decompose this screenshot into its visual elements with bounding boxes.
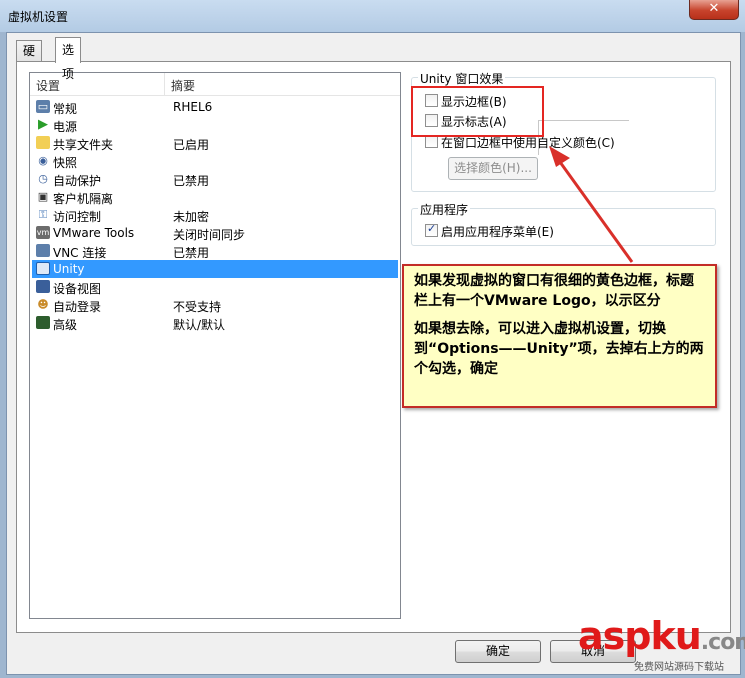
settings-list[interactable]: 设置 摘要 ▭ 常规 RHEL6 ▶ 电源 共享文件夹 已启用 ◉ 快照 ◷ 自… [29, 72, 401, 619]
column-divider[interactable] [164, 73, 165, 95]
item-name: 高级 [53, 318, 78, 332]
tab-options[interactable]: 选项 [55, 37, 82, 81]
list-item-access-control[interactable]: ⚿ 访问控制 未加密 [32, 206, 398, 224]
item-name: 常规 [53, 102, 78, 116]
list-item-device-view[interactable]: 设备视图 [32, 278, 398, 296]
vnc-icon [36, 244, 50, 257]
title-bar: 虚拟机设置 ✕ [0, 0, 745, 32]
close-button[interactable]: ✕ [689, 0, 739, 20]
list-header: 设置 摘要 [30, 73, 400, 96]
item-name: 客户机隔离 [53, 192, 114, 206]
color-swatch [538, 120, 629, 155]
list-item-general[interactable]: ▭ 常规 RHEL6 [32, 98, 398, 116]
monitor-icon: ▭ [36, 100, 50, 113]
item-summary: 不受支持 [173, 300, 222, 314]
access-icon: ⚿ [38, 208, 48, 221]
enable-app-menu-label[interactable]: 启用应用程序菜单(E) [441, 223, 554, 240]
item-summary: 关闭时间同步 [173, 228, 246, 242]
folder-shield-icon [36, 136, 50, 149]
enable-app-menu-box[interactable] [425, 222, 438, 237]
applications-group-title: 应用程序 [418, 201, 471, 218]
item-name: VNC 连接 [53, 246, 107, 260]
item-summary: 已禁用 [173, 174, 210, 188]
item-name: 自动保护 [53, 174, 102, 188]
item-name: 电源 [53, 120, 78, 134]
item-summary: 已启用 [173, 138, 210, 152]
watermark-tagline: 免费网站源码下载站 [634, 662, 724, 673]
column-summary[interactable]: 摘要 [171, 77, 195, 94]
users-icon: ☻ [37, 298, 49, 311]
column-setting[interactable]: 设置 [36, 77, 60, 94]
list-item-power[interactable]: ▶ 电源 [32, 116, 398, 134]
item-summary: 未加密 [173, 210, 210, 224]
list-item-shared-folders[interactable]: 共享文件夹 已启用 [32, 134, 398, 152]
lock-icon: ▣ [37, 190, 49, 203]
device-view-icon [36, 280, 50, 293]
ok-button[interactable]: 确定 [455, 640, 541, 663]
annotation-text-2: 如果想去除，可以进入虚拟机设置，切换到“Options——Unity”项，去掉右… [414, 321, 704, 377]
item-name: 设备视图 [53, 282, 102, 296]
watermark-logo: aspku.com [578, 614, 745, 658]
annotation-text-1: 如果发现虚拟的窗口有很细的黄色边框，标题栏上有一个VMware Logo，以示区… [414, 273, 694, 309]
item-summary: RHEL6 [173, 100, 213, 114]
item-name: 快照 [53, 156, 78, 170]
unity-icon [36, 262, 50, 275]
highlight-box [411, 86, 544, 137]
list-item-unity[interactable]: Unity [32, 260, 398, 278]
item-name: 访问控制 [53, 210, 102, 224]
item-name: Unity [53, 262, 85, 276]
snapshot-icon: ◉ [38, 154, 48, 167]
annotation-callout: 如果发现虚拟的窗口有很细的黄色边框，标题栏上有一个VMware Logo，以示区… [402, 264, 717, 408]
choose-color-button[interactable]: 选择颜色(H)... [448, 157, 538, 180]
item-name: VMware Tools [53, 226, 135, 240]
item-name: 自动登录 [53, 300, 102, 314]
list-item-snapshots[interactable]: ◉ 快照 [32, 152, 398, 170]
unity-group-title: Unity 窗口效果 [418, 70, 506, 87]
tab-hardware[interactable]: 硬件 [16, 40, 43, 79]
list-item-vmware-tools[interactable]: vm VMware Tools 关闭时间同步 [32, 224, 398, 242]
list-item-vnc[interactable]: VNC 连接 已禁用 [32, 242, 398, 260]
list-item-advanced[interactable]: 高级 默认/默认 [32, 314, 398, 332]
item-summary: 默认/默认 [173, 318, 226, 332]
clock-icon: ◷ [38, 172, 48, 185]
list-item-autologon[interactable]: ☻ 自动登录 不受支持 [32, 296, 398, 314]
play-icon: ▶ [38, 117, 48, 132]
list-item-guest-isolation[interactable]: ▣ 客户机隔离 [32, 188, 398, 206]
vm-icon: vm [36, 226, 50, 239]
item-summary: 已禁用 [173, 246, 210, 260]
window-title: 虚拟机设置 [8, 10, 69, 24]
item-name: 共享文件夹 [53, 138, 114, 152]
chart-icon [36, 316, 50, 329]
list-item-autoprotect[interactable]: ◷ 自动保护 已禁用 [32, 170, 398, 188]
close-icon: ✕ [708, 1, 720, 16]
